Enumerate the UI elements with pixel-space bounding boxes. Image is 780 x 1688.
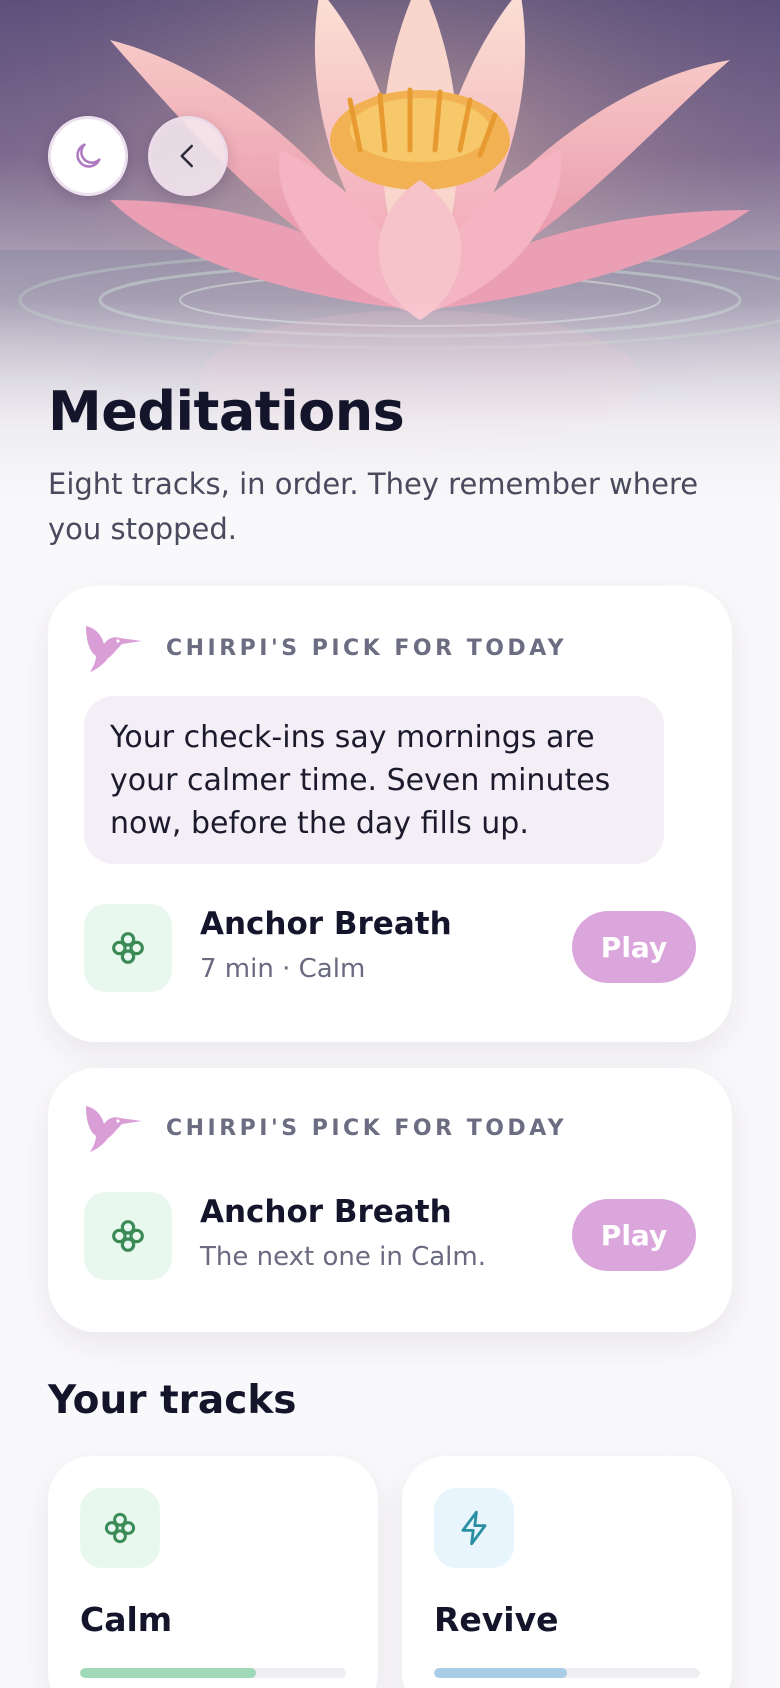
progress-fill bbox=[434, 1668, 567, 1678]
pick-label: CHIRPI'S PICK FOR TODAY bbox=[166, 1115, 568, 1141]
track-tile-revive[interactable]: Revive bbox=[402, 1456, 732, 1688]
pick-track-row[interactable]: Anchor Breath The next one in Calm. Play bbox=[84, 1192, 696, 1280]
chevron-left-icon bbox=[180, 144, 193, 168]
page-title: Meditations bbox=[48, 380, 405, 443]
progress-bar bbox=[434, 1668, 700, 1678]
track-name: Anchor Breath bbox=[200, 1194, 452, 1230]
progress-fill bbox=[80, 1668, 256, 1678]
tile-name: Revive bbox=[434, 1600, 559, 1639]
pick-card-primary: CHIRPI'S PICK FOR TODAY Your check-ins s… bbox=[48, 586, 732, 1042]
play-button[interactable]: Play bbox=[572, 1199, 696, 1271]
track-name: Anchor Breath bbox=[200, 906, 452, 942]
moon-icon bbox=[76, 143, 101, 168]
tile-icon bbox=[434, 1488, 514, 1568]
theme-toggle-button[interactable] bbox=[48, 116, 128, 196]
back-button[interactable] bbox=[148, 116, 228, 196]
pick-card-secondary: CHIRPI'S PICK FOR TODAY Anchor Breath Th… bbox=[48, 1068, 732, 1332]
clover-icon bbox=[112, 1220, 144, 1252]
tile-icon bbox=[80, 1488, 160, 1568]
pick-card-header: CHIRPI'S PICK FOR TODAY bbox=[82, 620, 567, 676]
track-icon bbox=[84, 904, 172, 992]
track-meta: The next one in Calm. bbox=[200, 1242, 486, 1272]
track-icon bbox=[84, 1192, 172, 1280]
play-button[interactable]: Play bbox=[572, 911, 696, 983]
page-subtitle: Eight tracks, in order. They remember wh… bbox=[48, 467, 699, 546]
tile-name: Calm bbox=[80, 1600, 173, 1639]
hummingbird-icon bbox=[86, 1106, 142, 1152]
pick-track-row[interactable]: Anchor Breath 7 min · Calm Play bbox=[84, 904, 696, 992]
section-title: Your tracks bbox=[48, 1378, 297, 1423]
chirpi-message: Your check-ins say mornings are your cal… bbox=[84, 696, 664, 864]
lightning-icon bbox=[461, 1510, 487, 1546]
hummingbird-icon bbox=[86, 626, 142, 672]
track-tile-calm[interactable]: Calm bbox=[48, 1456, 378, 1688]
track-meta: 7 min · Calm bbox=[200, 954, 366, 984]
clover-icon bbox=[104, 1512, 136, 1544]
pick-label: CHIRPI'S PICK FOR TODAY bbox=[166, 635, 568, 661]
clover-icon bbox=[112, 932, 144, 964]
pick-card-header: CHIRPI'S PICK FOR TODAY bbox=[82, 1100, 567, 1156]
progress-bar bbox=[80, 1668, 346, 1678]
